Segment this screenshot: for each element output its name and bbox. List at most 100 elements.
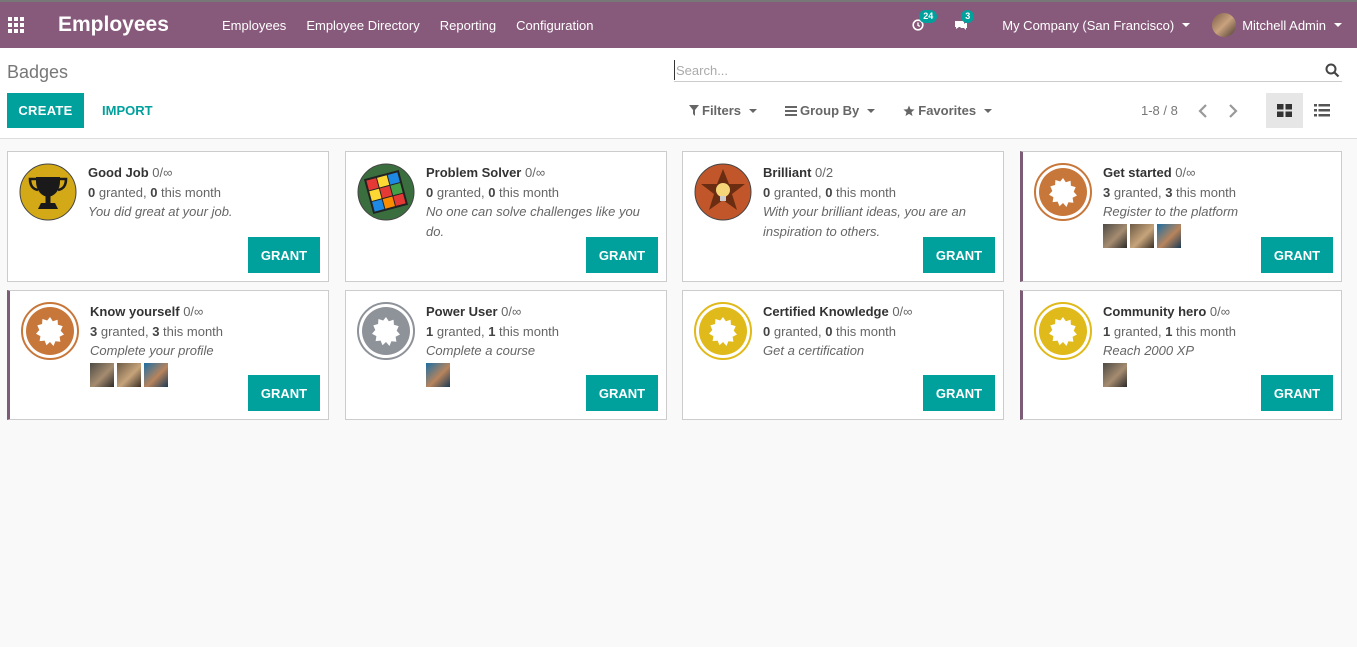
month-count: 1 (488, 323, 496, 339)
granted-label: granted, (100, 323, 149, 339)
badge-limit: 0/∞ (501, 304, 522, 319)
owner-avatar[interactable] (1103, 223, 1127, 248)
activity-button[interactable]: 24 (912, 10, 938, 31)
activity-count-badge: 24 (919, 10, 938, 23)
create-button[interactable]: CREATE (7, 93, 84, 128)
badge-name: Brilliant (763, 165, 812, 180)
badge-limit: 0/∞ (1175, 165, 1196, 180)
grant-button[interactable]: GRANT (923, 375, 995, 411)
messages-button[interactable]: 3 (954, 10, 975, 31)
grant-button[interactable]: GRANT (1261, 237, 1333, 273)
user-avatar (1212, 13, 1237, 37)
badge-card[interactable]: Community hero 0/∞ 1 granted, 1 this mon… (1020, 290, 1342, 420)
breadcrumb[interactable]: Badges (7, 62, 68, 83)
badge-card[interactable]: Know yourself 0/∞ 3 granted, 3 this mont… (7, 290, 329, 420)
granted-count: 3 (90, 323, 98, 339)
search-options: Filters Group By Favorites (689, 93, 1020, 128)
search-icon[interactable] (1325, 63, 1340, 78)
grant-button[interactable]: GRANT (923, 237, 995, 273)
granted-count: 0 (763, 323, 771, 339)
granted-count: 1 (426, 323, 434, 339)
search-input[interactable] (674, 60, 1314, 80)
chevron-down-icon (1182, 23, 1191, 27)
granted-label: granted, (1113, 184, 1162, 200)
month-count: 0 (488, 184, 496, 200)
chevron-left-icon[interactable] (1198, 103, 1208, 118)
badge-name: Problem Solver (426, 165, 522, 180)
month-count: 0 (825, 184, 833, 200)
owner-avatar[interactable] (1130, 223, 1154, 248)
granted-label: granted, (98, 184, 147, 200)
granted-label: granted, (436, 323, 485, 339)
bronze-badge-icon (21, 302, 79, 360)
owner-avatar[interactable] (144, 362, 168, 387)
month-label: this month (161, 184, 222, 200)
bronze-badge-icon (1034, 163, 1092, 221)
import-button[interactable]: IMPORT (102, 93, 153, 128)
month-label: this month (163, 323, 224, 339)
trophy-icon (19, 163, 77, 221)
badge-description: Get a certification (763, 343, 865, 358)
chevron-down-icon (1334, 23, 1342, 27)
badge-description: You did great at your job. (88, 204, 233, 219)
badge-description: With your brilliant ideas, you are an in… (763, 204, 966, 239)
month-label: this month (1176, 184, 1237, 200)
gold-badge-icon (694, 302, 752, 360)
chevron-down-icon (984, 108, 993, 113)
month-count: 1 (1165, 323, 1173, 339)
top-navbar: Employees Employees Employee Directory R… (0, 0, 1357, 48)
company-switcher[interactable]: My Company (San Francisco) (1002, 18, 1191, 33)
menu-employee-directory[interactable]: Employee Directory (306, 18, 419, 33)
badge-name: Get started (1103, 165, 1172, 180)
badge-card[interactable]: Problem Solver 0/∞ 0 granted, 0 this mon… (345, 151, 667, 282)
chevron-right-icon[interactable] (1228, 103, 1238, 118)
search-bar (674, 60, 1342, 82)
month-label: this month (1176, 323, 1237, 339)
kanban-view-button[interactable] (1266, 93, 1303, 128)
apps-menu-icon[interactable] (8, 17, 26, 33)
badge-card[interactable]: Get started 0/∞ 3 granted, 3 this month … (1020, 151, 1342, 282)
badge-description: Reach 2000 XP (1103, 343, 1195, 358)
owner-avatar[interactable] (426, 362, 450, 387)
badge-limit: 0/2 (815, 165, 834, 180)
badge-limit: 0/∞ (152, 165, 173, 180)
badge-description: Complete a course (426, 343, 536, 358)
pager-value[interactable]: 1-8 / 8 (1141, 103, 1178, 118)
list-view-button[interactable] (1303, 93, 1340, 128)
grant-button[interactable]: GRANT (586, 237, 658, 273)
main-menu: Employees Employee Directory Reporting C… (222, 18, 613, 33)
badge-card[interactable]: Certified Knowledge 0/∞ 0 granted, 0 thi… (682, 290, 1004, 420)
badge-card[interactable]: Brilliant 0/2 0 granted, 0 this month Wi… (682, 151, 1004, 282)
owner-avatar[interactable] (117, 362, 141, 387)
month-count: 0 (150, 184, 158, 200)
owner-avatar[interactable] (1157, 223, 1181, 248)
badge-description: Complete your profile (90, 343, 214, 358)
favorites-button[interactable]: Favorites (903, 103, 993, 118)
menu-reporting[interactable]: Reporting (440, 18, 496, 33)
grant-button[interactable]: GRANT (248, 375, 320, 411)
month-label: this month (836, 184, 897, 200)
bars-icon (785, 105, 798, 116)
owner-avatar[interactable] (90, 362, 114, 387)
badge-name: Community hero (1103, 304, 1207, 319)
badge-card[interactable]: Power User 0/∞ 1 granted, 1 this month C… (345, 290, 667, 420)
grant-button[interactable]: GRANT (1261, 375, 1333, 411)
grant-button[interactable]: GRANT (248, 237, 320, 273)
filters-button[interactable]: Filters (689, 103, 758, 118)
group-by-label: Group By (800, 103, 860, 118)
menu-configuration[interactable]: Configuration (516, 18, 593, 33)
filters-label: Filters (702, 103, 742, 118)
silver-badge-icon (357, 302, 415, 360)
owner-avatar[interactable] (1103, 362, 1127, 387)
granted-count: 0 (88, 184, 96, 200)
badge-card[interactable]: Good Job 0/∞ 0 granted, 0 this month You… (7, 151, 329, 282)
badge-limit: 0/∞ (892, 304, 913, 319)
group-by-button[interactable]: Group By (785, 103, 876, 118)
favorites-label: Favorites (918, 103, 977, 118)
user-menu[interactable]: Mitchell Admin (1212, 13, 1342, 37)
month-label: this month (836, 323, 897, 339)
grant-button[interactable]: GRANT (586, 375, 658, 411)
lightbulb-star-icon (694, 163, 752, 221)
granted-count: 0 (426, 184, 434, 200)
menu-employees[interactable]: Employees (222, 18, 286, 33)
